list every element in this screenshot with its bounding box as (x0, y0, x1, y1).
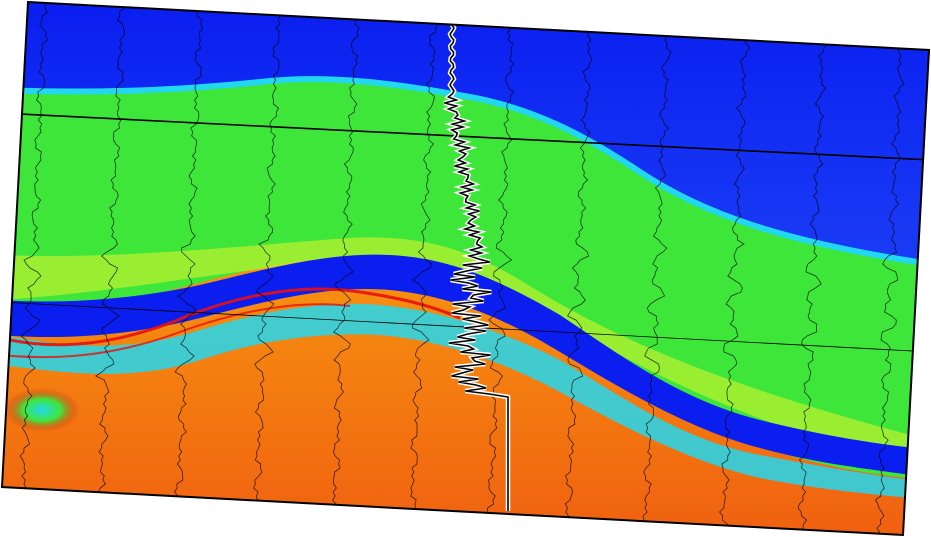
seismic-panel (2, 2, 929, 535)
anomaly-blob (4, 388, 80, 432)
seismic-section-image (0, 0, 931, 537)
